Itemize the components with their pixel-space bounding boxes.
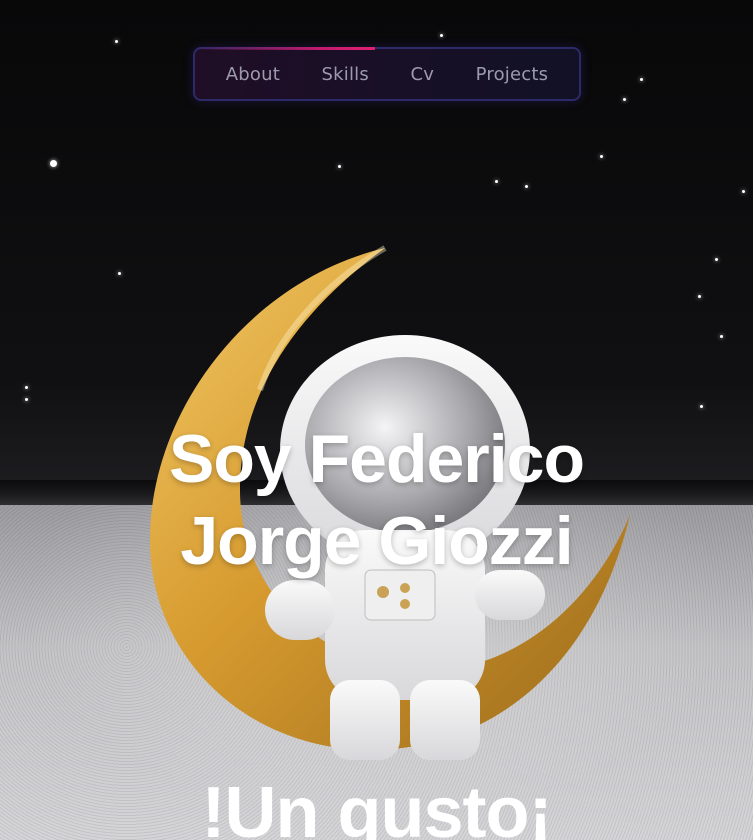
hero-title: Soy Federico Jorge Giozzi (0, 418, 753, 582)
star (50, 160, 57, 167)
star (25, 398, 28, 401)
nav-link-cv[interactable]: Cv (410, 64, 434, 85)
hero-title-line-2: Jorge Giozzi (180, 502, 573, 579)
star (600, 155, 603, 158)
star (698, 295, 701, 298)
nav-link-about[interactable]: About (226, 64, 280, 85)
star (700, 405, 703, 408)
hero-subtitle: !Un gusto¡ (201, 773, 553, 840)
star (440, 34, 443, 37)
star (720, 335, 723, 338)
star (623, 98, 626, 101)
nav-link-skills[interactable]: Skills (322, 64, 369, 85)
hero-title-line-1: Soy Federico (168, 420, 585, 497)
star (715, 258, 718, 261)
star (495, 180, 498, 183)
nav-link-projects[interactable]: Projects (476, 64, 549, 85)
hero-section: About Skills Cv Projects Soy Federico Jo… (0, 0, 753, 840)
star (115, 40, 118, 43)
star (525, 185, 528, 188)
main-navigation: About Skills Cv Projects (193, 47, 581, 101)
star (25, 386, 28, 389)
star (338, 165, 341, 168)
star (742, 190, 745, 193)
star (640, 78, 643, 81)
star (118, 272, 121, 275)
